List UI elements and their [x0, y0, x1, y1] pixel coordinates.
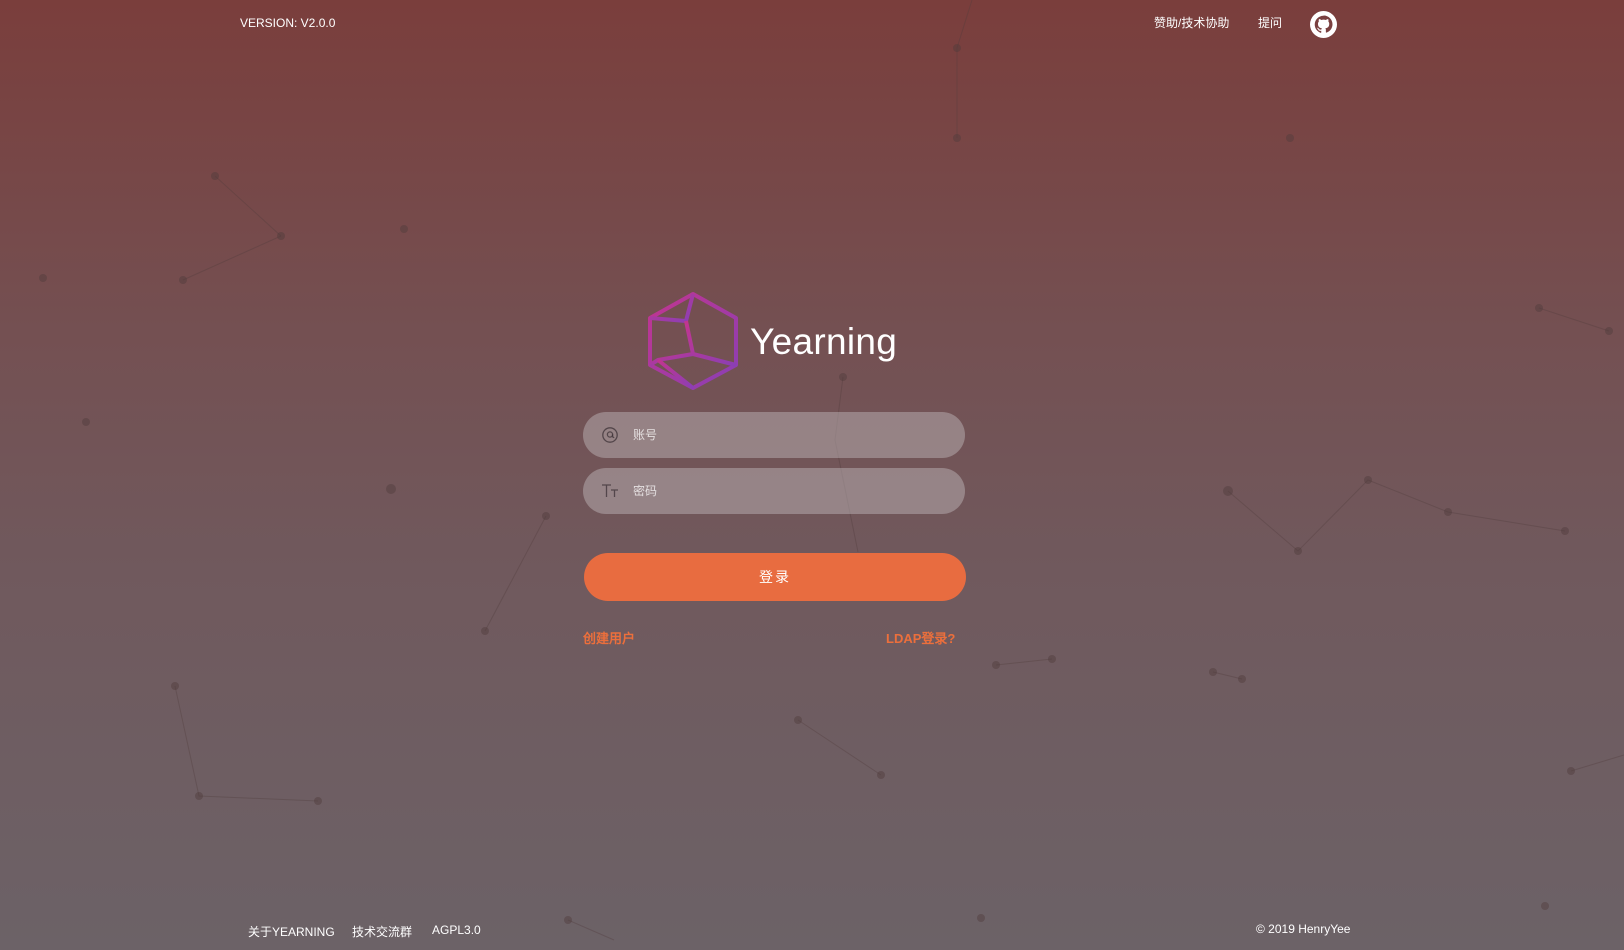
password-input[interactable] [633, 468, 943, 514]
at-icon [601, 426, 619, 444]
username-field[interactable] [583, 412, 965, 458]
brand-logo: Yearning [646, 291, 906, 391]
ldap-login-link[interactable]: LDAP登录? [886, 628, 955, 647]
username-input[interactable] [633, 412, 943, 458]
create-user-link[interactable]: 创建用户 [583, 628, 635, 647]
copyright: © 2019 HenryYee [1256, 922, 1351, 936]
about-link[interactable]: 关于YEARNING [248, 923, 335, 940]
sponsor-link[interactable]: 赞助/技术协助 [1154, 14, 1229, 31]
hexagon-cube-logo-icon [648, 292, 738, 390]
version-label: VERSION: V2.0.0 [240, 16, 336, 30]
brand-name: Yearning [750, 321, 898, 362]
text-icon [601, 482, 619, 500]
github-icon[interactable] [1310, 11, 1337, 38]
tech-group-link[interactable]: 技术交流群 [352, 923, 412, 940]
password-field[interactable] [583, 468, 965, 514]
login-button[interactable]: 登录 [584, 553, 966, 601]
ask-link[interactable]: 提问 [1258, 14, 1282, 31]
license-link[interactable]: AGPL3.0 [432, 923, 481, 937]
